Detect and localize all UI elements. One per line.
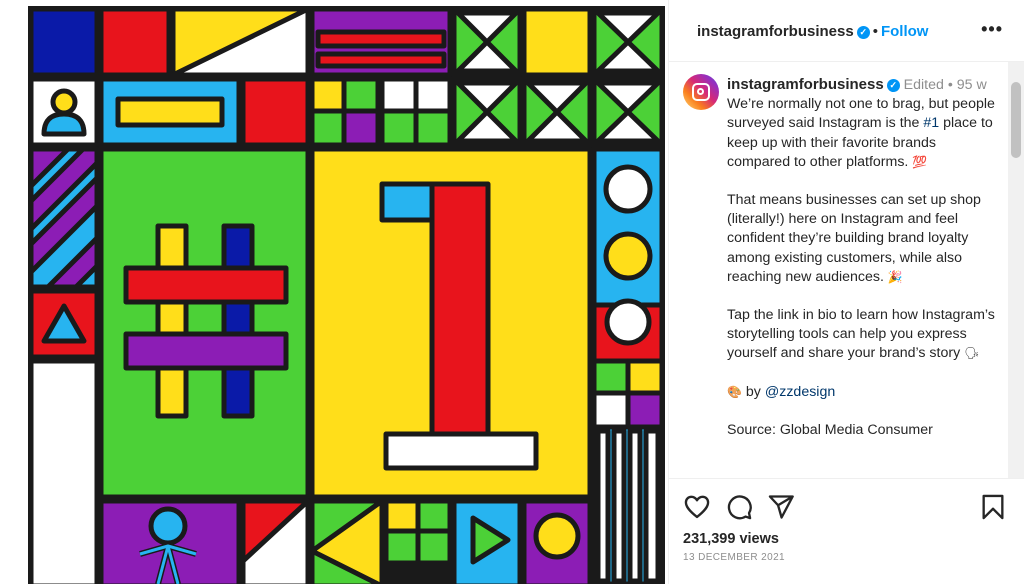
credit-by: by — [745, 383, 761, 400]
number-one-artwork — [28, 6, 665, 584]
caption-paragraph-1: We’re normally not one to brag, but peop… — [727, 95, 999, 172]
view-count[interactable]: 231,399 views — [683, 531, 779, 547]
palette-emoji: 🎨 — [727, 384, 742, 399]
mention-link[interactable]: @zzdesign — [765, 384, 835, 400]
speaking-head-emoji: 🗣 — [964, 346, 980, 361]
caption-area: instagramforbusiness ✓ Edited • 95 w We’r… — [669, 62, 1009, 478]
verified-badge-icon: ✓ — [856, 26, 870, 39]
heart-icon[interactable] — [683, 493, 711, 521]
caption-paragraph-2: That means businesses can set up shop (l… — [727, 191, 999, 287]
hundred-points-emoji: 💯 — [912, 154, 928, 169]
edited-label: Edited — [903, 77, 944, 93]
verified-badge-icon: ✓ — [886, 79, 900, 92]
caption-user-line: instagramforbusiness ✓ Edited • 95 w — [727, 75, 999, 95]
post-image[interactable] — [28, 6, 665, 584]
hashtag-link[interactable]: #1 — [923, 115, 939, 131]
caption-paragraph-3: Tap the link in bio to learn how Instagr… — [727, 306, 999, 364]
comment-icon[interactable] — [725, 493, 753, 521]
paper-plane-icon[interactable] — [767, 493, 795, 521]
caption-separator: • — [947, 77, 953, 93]
bookmark-icon[interactable] — [979, 493, 1007, 521]
p3-text: Tap the link in bio to learn how Instagr… — [727, 307, 995, 362]
header-username[interactable]: instagramforbusiness — [697, 23, 854, 40]
post-sidebar: instagramforbusiness ✓ • Follow ••• instagr… — [668, 0, 1024, 584]
caption-paragraph-4: 🎨 by @zzdesign — [727, 383, 999, 402]
scrollbar-thumb[interactable] — [1011, 82, 1021, 158]
instagram-logo-icon — [692, 83, 710, 101]
caption-username[interactable]: instagramforbusiness — [727, 76, 884, 93]
caption-scrollbar[interactable] — [1008, 62, 1024, 478]
caption-text: instagramforbusiness ✓ Edited • 95 w We’r… — [727, 75, 999, 440]
post-age[interactable]: 95 w — [957, 77, 987, 93]
action-bar: 231,399 views 13 December 2021 — [669, 478, 1024, 584]
header-user-line: instagramforbusiness ✓ • Follow — [697, 23, 928, 40]
header-separator: • — [872, 23, 878, 40]
avatar[interactable] — [683, 74, 719, 110]
caption-paragraph-5: Source: Global Media Consumer — [727, 421, 933, 438]
p2-text: That means businesses can set up shop (l… — [727, 192, 981, 285]
more-options-button[interactable]: ••• — [981, 19, 1003, 40]
post-header: instagramforbusiness ✓ • Follow ••• — [669, 0, 1024, 62]
follow-button[interactable]: Follow — [881, 23, 929, 40]
post-date[interactable]: 13 December 2021 — [683, 552, 785, 563]
party-popper-emoji: 🎉 — [887, 269, 903, 284]
instagram-post: instagramforbusiness ✓ • Follow ••• instagr… — [0, 0, 1024, 584]
